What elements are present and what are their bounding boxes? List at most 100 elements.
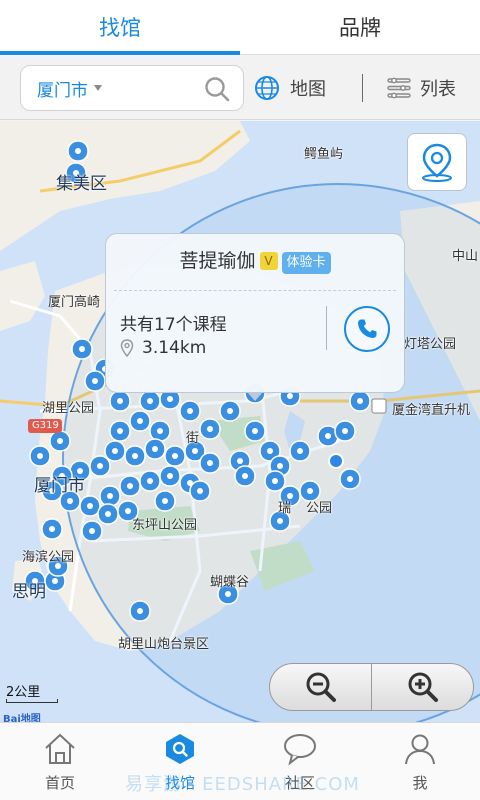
tab-find-venue[interactable]: 找馆 [0,0,240,55]
zoom-in-button[interactable] [372,664,473,710]
label-jie: 街 [186,431,200,446]
map-base [0,121,480,722]
nav-community[interactable]: 社区 [240,723,360,800]
venue-pin-dot [92,378,98,384]
venue-pin-dot [37,453,43,459]
nav-home[interactable]: 首页 [0,723,120,800]
top-tab-bar: 找馆 品牌 [0,0,480,55]
list-view-toggle[interactable]: 列表 [386,65,456,111]
label-gaoqi: 厦门高崎 [48,295,101,310]
popup-pointer [248,393,262,401]
venue-pin-dot [347,476,353,482]
caret-down-icon [94,85,102,91]
venue-pin-dot [137,608,143,614]
venue-pin-dot [192,448,198,454]
city-selector[interactable]: 厦门市 [37,76,88,101]
zoom-out-button[interactable] [270,664,371,710]
call-button[interactable] [344,306,390,352]
venue-pin-dot [147,478,153,484]
nav-home-label: 首页 [44,774,75,792]
label-eyuyu: 鳄鱼屿 [304,147,344,162]
home-icon [45,733,75,764]
chat-icon [284,734,316,766]
venue-pin-dot [152,446,158,452]
venue-pin-dot [117,398,123,404]
list-icon [387,77,411,99]
venue-pin-dot [227,408,233,414]
venue-pin-dot [75,148,81,154]
venue-pin-dot [207,460,213,466]
map-view-toggle[interactable]: 地图 [254,65,326,111]
venue-pin-dot [162,498,168,504]
venue-pin-dot [49,526,55,532]
venue-pin-dot [287,393,293,399]
venue-pin-dot [57,438,63,444]
locate-button[interactable] [407,133,467,191]
label-butterfly: 蝴蝶谷 [210,575,250,590]
label-jimei: 集美区 [56,174,107,194]
map-view[interactable]: 集美区 鳄鱼屿 中山 厦门高崎 灯塔公园 湖里公园 G319 厦金湾直升机 街 … [0,121,480,722]
search-icon[interactable] [203,75,231,103]
venue-pin-dot [167,396,173,402]
label-haibin: 海滨公园 [22,550,75,565]
location-pin-icon [422,143,452,182]
city-search-box[interactable]: 厦门市 [20,65,244,111]
venue-title-row: 菩提瑜伽 V 体验卡 [106,246,404,274]
venue-pin-dot [267,448,273,454]
zoom-in-icon [408,672,438,702]
tab-brand[interactable]: 品牌 [240,0,480,54]
nav-me[interactable]: 我 [360,723,480,800]
label-dengta: 灯塔公园 [404,337,457,352]
toolbar-divider [362,74,363,102]
venue-pin-dot [272,478,278,484]
globe-icon [255,76,279,100]
search-icon [166,734,194,764]
nav-me-label: 我 [412,774,428,792]
label-zhongshan: 中山 [452,249,479,264]
popup-divider [114,290,396,291]
label-dongping: 东坪山公园 [132,518,198,533]
list-view-label: 列表 [420,79,456,100]
label-jinwan: 厦金湾直升机 [392,403,471,418]
venue-pin-dot [225,591,231,597]
venue-pin-dot [172,453,178,459]
venue-distance: 3.14km [120,338,206,358]
venue-pin-dot [137,418,143,424]
venue-pin-dot [132,453,138,459]
label-xiamen-city: 厦门市 [34,476,85,496]
map-scale-bar [6,699,58,703]
venue-pin-dot [297,448,303,454]
zoom-control [269,663,474,711]
phone-icon [358,319,377,338]
distance-value: 3.14km [142,338,207,358]
map-provider-logo: Bai地图 [3,714,41,722]
venue-pin-dot [67,498,73,504]
venue-pin-dot [127,483,133,489]
nav-community-label: 社区 [284,774,315,792]
course-count: 共有17个课程 [120,315,227,335]
venue-pin-dot [252,428,258,434]
verified-badge: V [259,252,278,270]
nav-find-venue[interactable]: 找馆 [120,723,240,800]
nav-find-venue-label: 找馆 [164,774,195,792]
label-rui-park: 公园 [306,501,333,516]
venue-popup[interactable]: 菩提瑜伽 V 体验卡 共有17个课程 3.14km [105,233,405,401]
label-hulishan: 胡里山炮台景区 [118,637,210,652]
venue-pin-dot [207,426,213,432]
venue-pin-dot [357,398,363,404]
map-marker-icon [120,339,134,357]
label-huli: 湖里公园 [42,401,95,416]
venue-name: 菩提瑜伽 [179,250,256,272]
venue-pin-dot [157,428,163,434]
venue-pin-dot [307,488,313,494]
venue-pin-dot [187,408,193,414]
venue-pin-dot [87,503,93,509]
venue-pin-dot [237,458,243,464]
map-view-label: 地图 [290,79,326,100]
zoom-out-icon [306,672,336,702]
user-icon [405,734,435,765]
venue-pin-dot [125,508,131,514]
venue-pin-dot [277,463,283,469]
venue-pin-dot [147,398,153,404]
venue-pin-dot [79,346,85,352]
